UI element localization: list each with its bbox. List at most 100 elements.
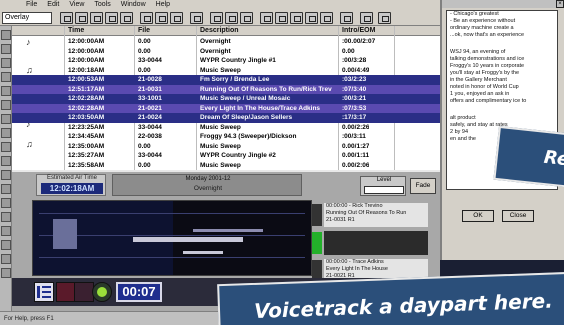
waveform-clip[interactable] [183, 251, 223, 254]
paste-icon[interactable] [155, 12, 168, 24]
waveform-clip[interactable] [53, 219, 77, 249]
strip-icon-9[interactable] [1, 142, 11, 152]
level-bar[interactable] [364, 186, 404, 194]
insert-icon[interactable] [190, 12, 203, 24]
strip-icon-7[interactable] [1, 114, 11, 124]
play-icon[interactable] [240, 12, 253, 24]
open-icon[interactable] [75, 12, 88, 24]
waveform-clip[interactable] [133, 237, 243, 242]
strip-icon-8[interactable] [1, 128, 11, 138]
col-intro-eom[interactable]: Intro/EOM [342, 26, 375, 36]
find-icon[interactable] [210, 12, 223, 24]
cart-slot[interactable]: 00:00:00 - Rick Trevino Running Out Of R… [312, 202, 430, 228]
strip-icon-1[interactable] [1, 30, 11, 40]
strip-icon-13[interactable] [1, 198, 11, 208]
row-intro: :00.00/2:07 [342, 38, 376, 45]
schedule-icon[interactable] [305, 12, 318, 24]
menu-help[interactable]: Help [156, 0, 170, 10]
table-row[interactable]: 12:00:00AM 0.00 Overnight :00.00/2:07 [12, 37, 440, 47]
row-intro: :07/3:40 [342, 85, 367, 93]
stop-icon[interactable] [290, 12, 303, 24]
table-row-selected[interactable]: 12:00:53AM 21-0028 Fm Sorry / Brenda Lee… [12, 75, 440, 85]
row-intro: 0.00/2:26 [342, 123, 370, 131]
table-row-selected[interactable]: 12:02:28AM 21-0021 Every Light In The Ho… [12, 103, 440, 113]
row-intro: 0.00/4:49 [342, 66, 370, 74]
row-file: 22-0038 [138, 133, 162, 140]
cart-text: 00:00:00 - Rick Trevino Running Out Of R… [324, 203, 428, 227]
col-time[interactable]: Time [68, 26, 84, 36]
strip-icon-5[interactable] [1, 86, 11, 96]
close-icon[interactable]: × [556, 0, 564, 8]
strip-icon-16[interactable] [1, 240, 11, 250]
print-icon[interactable] [105, 12, 118, 24]
ok-button[interactable]: OK [462, 210, 494, 222]
table-row[interactable]: 12:00:18AM 0.00 Music Sweep 0.00/4:49 [12, 66, 440, 76]
col-description[interactable]: Description [200, 26, 239, 36]
help-icon[interactable] [378, 12, 391, 24]
table-row[interactable]: 12:00:00AM 0.00 Overnight 0.00 [12, 47, 440, 57]
col-file[interactable]: File [138, 26, 150, 36]
menu-tools[interactable]: Tools [94, 0, 110, 10]
cart-thumb [312, 204, 322, 226]
strip-icon-12[interactable] [1, 184, 11, 194]
table-row[interactable]: 12:35:27AM 33-0044 WYPR Country Jingle #… [12, 151, 440, 161]
cut-icon[interactable] [120, 12, 133, 24]
record-button[interactable] [56, 282, 76, 302]
table-row[interactable]: 12:35:00AM 0.00 Music Sweep 0.00/1:27 [12, 142, 440, 152]
strip-icon-17[interactable] [1, 254, 11, 264]
table-row[interactable]: 12:23:25AM 33-0044 Music Sweep 0.00/2:26 [12, 123, 440, 133]
table-row[interactable]: 12:34:45AM 22-0038 Froggy 94.3 (Sweeper)… [12, 132, 440, 142]
table-row-selected[interactable]: 12:51:17AM 21-0031 Running Out Of Reason… [12, 84, 440, 94]
table-row[interactable]: 12:35:58AM 0.00 Music Sweep 0.00/2:06 [12, 161, 440, 171]
save-icon[interactable] [90, 12, 103, 24]
main-window: File Edit View Tools Window Help Overlay [0, 0, 440, 325]
playlist-grid[interactable]: Time File Description Intro/EOM ♪ ♫ ♪ ♫ … [12, 26, 440, 170]
strip-icon-2[interactable] [1, 44, 11, 54]
close-button[interactable]: Close [502, 210, 534, 222]
menu-window[interactable]: Window [121, 0, 146, 10]
menu-edit[interactable]: Edit [47, 0, 59, 10]
settings-icon[interactable] [360, 12, 373, 24]
air-time-panel: Estimated Air Time 12:02:18AM [36, 174, 106, 196]
strip-icon-4[interactable] [1, 72, 11, 82]
strip-icon-11[interactable] [1, 170, 11, 180]
voicetrack-mode-icon[interactable] [34, 282, 54, 302]
row-description: Overnight [200, 47, 231, 55]
menu-view[interactable]: View [69, 0, 84, 10]
strip-icon-10[interactable] [1, 156, 11, 166]
menu-file[interactable]: File [26, 0, 37, 10]
cart-slot[interactable] [312, 230, 430, 256]
row-intro: 0.00 [342, 47, 355, 55]
stop-button[interactable] [74, 282, 94, 302]
notes-line: ordinary machine create a [450, 25, 514, 31]
cart-icon[interactable] [340, 12, 353, 24]
callout-bottom-text: Voicetrack a daypart here. [253, 288, 554, 323]
record-icon[interactable] [275, 12, 288, 24]
copy-icon[interactable] [140, 12, 153, 24]
fade-button[interactable]: Fade [410, 178, 436, 194]
table-row-selected[interactable]: 12:03:50AM 21-0024 Dream Of Sleep/Jason … [12, 113, 440, 123]
log-icon[interactable] [320, 12, 333, 24]
view-combo[interactable]: Overlay [2, 12, 52, 24]
level-meter: Level [360, 176, 406, 196]
left-icon-strip [0, 26, 12, 311]
sort-icon[interactable] [225, 12, 238, 24]
strip-icon-15[interactable] [1, 226, 11, 236]
strip-icon-14[interactable] [1, 212, 11, 222]
table-row[interactable]: 12:00:00AM 33-0044 WYPR Country Jingle #… [12, 56, 440, 66]
waveform-clip[interactable] [193, 229, 263, 232]
table-row-selected[interactable]: 12:02:28AM 33-1001 Music Sweep / Unreal … [12, 94, 440, 104]
strip-icon-6[interactable] [1, 100, 11, 110]
play-button[interactable] [92, 282, 112, 302]
waveform-editor[interactable] [32, 200, 312, 276]
row-intro: 0.00/1:11 [342, 152, 370, 159]
segment-info-panel: Monday 2001-12 Overnight [112, 174, 302, 196]
row-file: 21-0021 [138, 104, 162, 112]
strip-icon-3[interactable] [1, 58, 11, 68]
mic-icon[interactable] [260, 12, 273, 24]
delete-icon[interactable] [170, 12, 183, 24]
new-icon[interactable] [60, 12, 73, 24]
cart-line: 00:00:00 - Trace Adkins [326, 259, 384, 265]
notes-gap [447, 39, 557, 49]
strip-icon-18[interactable] [1, 268, 11, 278]
